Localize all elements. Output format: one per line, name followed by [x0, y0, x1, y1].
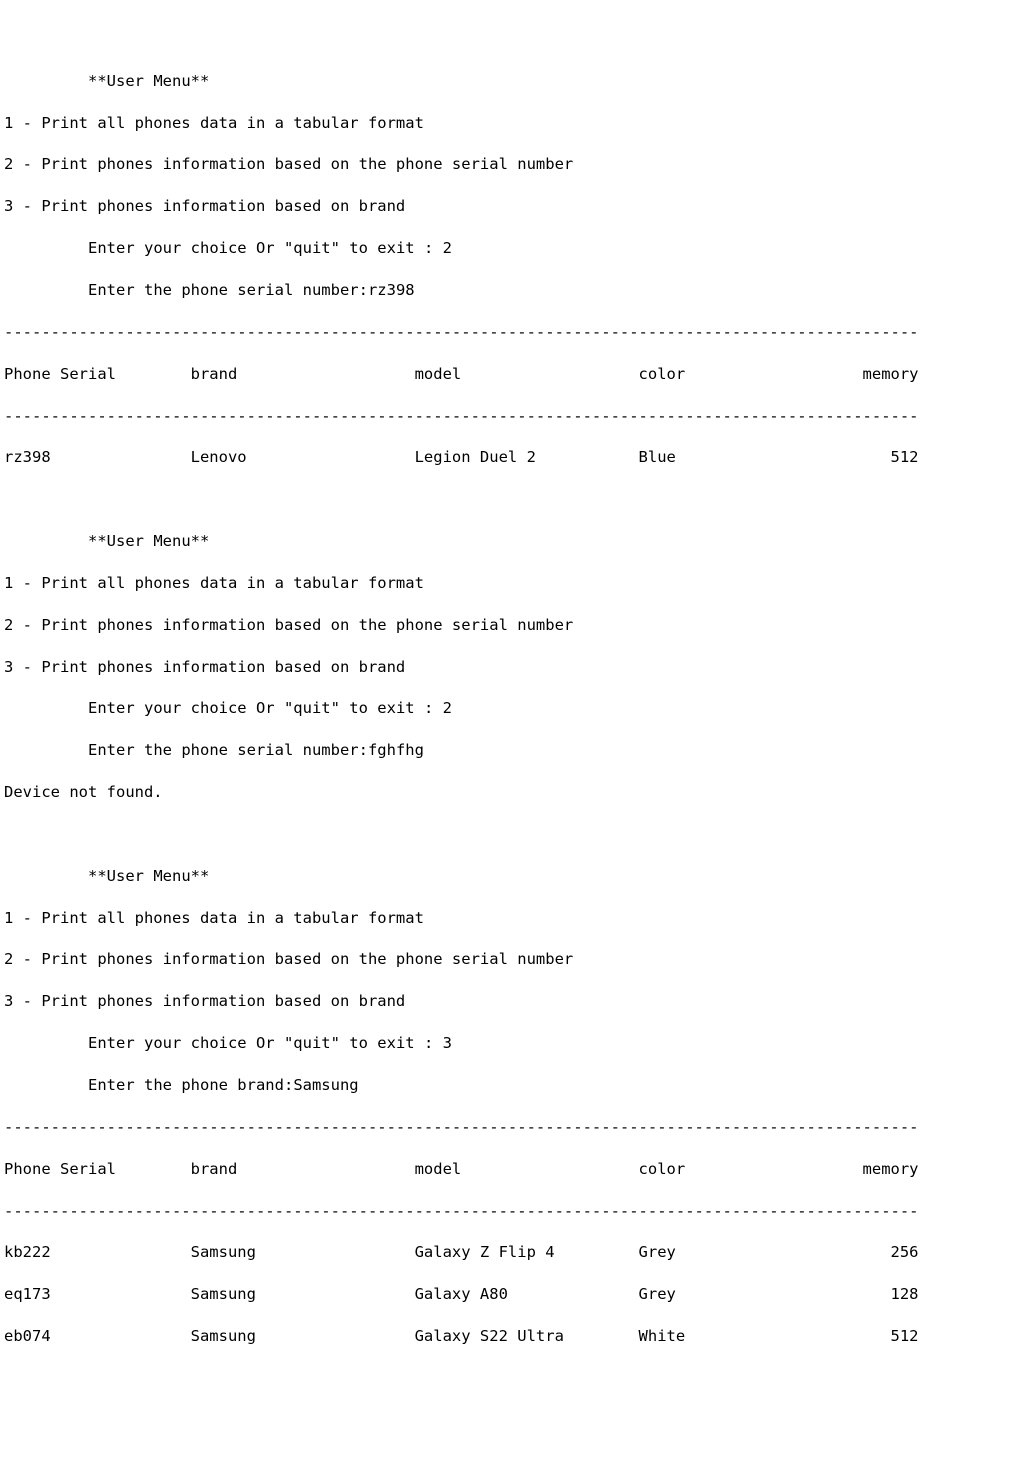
- serial-prompt-1[interactable]: Enter the phone serial number:rz398: [4, 280, 1020, 301]
- table-row: rz398 Lenovo Legion Duel 2 Blue 512: [4, 447, 1020, 468]
- menu-title-3: **User Menu**: [4, 866, 1020, 887]
- choice-prompt-2[interactable]: Enter your choice Or "quit" to exit : 2: [4, 698, 1020, 719]
- table-header-1: Phone Serial brand model color memory: [4, 364, 1020, 385]
- menu-option-1-2: 1 - Print all phones data in a tabular f…: [4, 573, 1020, 594]
- menu-option-2-1: 2 - Print phones information based on th…: [4, 154, 1020, 175]
- menu-option-2-2: 2 - Print phones information based on th…: [4, 615, 1020, 636]
- menu-title-1: **User Menu**: [4, 71, 1020, 92]
- table-row: kb222 Samsung Galaxy Z Flip 4 Grey 256: [4, 1242, 1020, 1263]
- divider: ----------------------------------------…: [4, 322, 1020, 343]
- menu-option-3-3: 3 - Print phones information based on br…: [4, 991, 1020, 1012]
- menu-option-3-2: 3 - Print phones information based on br…: [4, 657, 1020, 678]
- serial-prompt-2[interactable]: Enter the phone serial number:fghfhg: [4, 740, 1020, 761]
- table-row: eb074 Samsung Galaxy S22 Ultra White 512: [4, 1326, 1020, 1347]
- divider: ----------------------------------------…: [4, 406, 1020, 427]
- choice-prompt-3[interactable]: Enter your choice Or "quit" to exit : 3: [4, 1033, 1020, 1054]
- menu-option-1-3: 1 - Print all phones data in a tabular f…: [4, 908, 1020, 929]
- menu-option-2-3: 2 - Print phones information based on th…: [4, 949, 1020, 970]
- brand-prompt-3[interactable]: Enter the phone brand:Samsung: [4, 1075, 1020, 1096]
- divider: ----------------------------------------…: [4, 1117, 1020, 1138]
- choice-prompt-1[interactable]: Enter your choice Or "quit" to exit : 2: [4, 238, 1020, 259]
- divider: ----------------------------------------…: [4, 1201, 1020, 1222]
- menu-title-2: **User Menu**: [4, 531, 1020, 552]
- table-row: eq173 Samsung Galaxy A80 Grey 128: [4, 1284, 1020, 1305]
- blank: [4, 489, 1020, 510]
- blank: [4, 824, 1020, 845]
- menu-option-3-1: 3 - Print phones information based on br…: [4, 196, 1020, 217]
- table-header-2: Phone Serial brand model color memory: [4, 1159, 1020, 1180]
- menu-option-1-1: 1 - Print all phones data in a tabular f…: [4, 113, 1020, 134]
